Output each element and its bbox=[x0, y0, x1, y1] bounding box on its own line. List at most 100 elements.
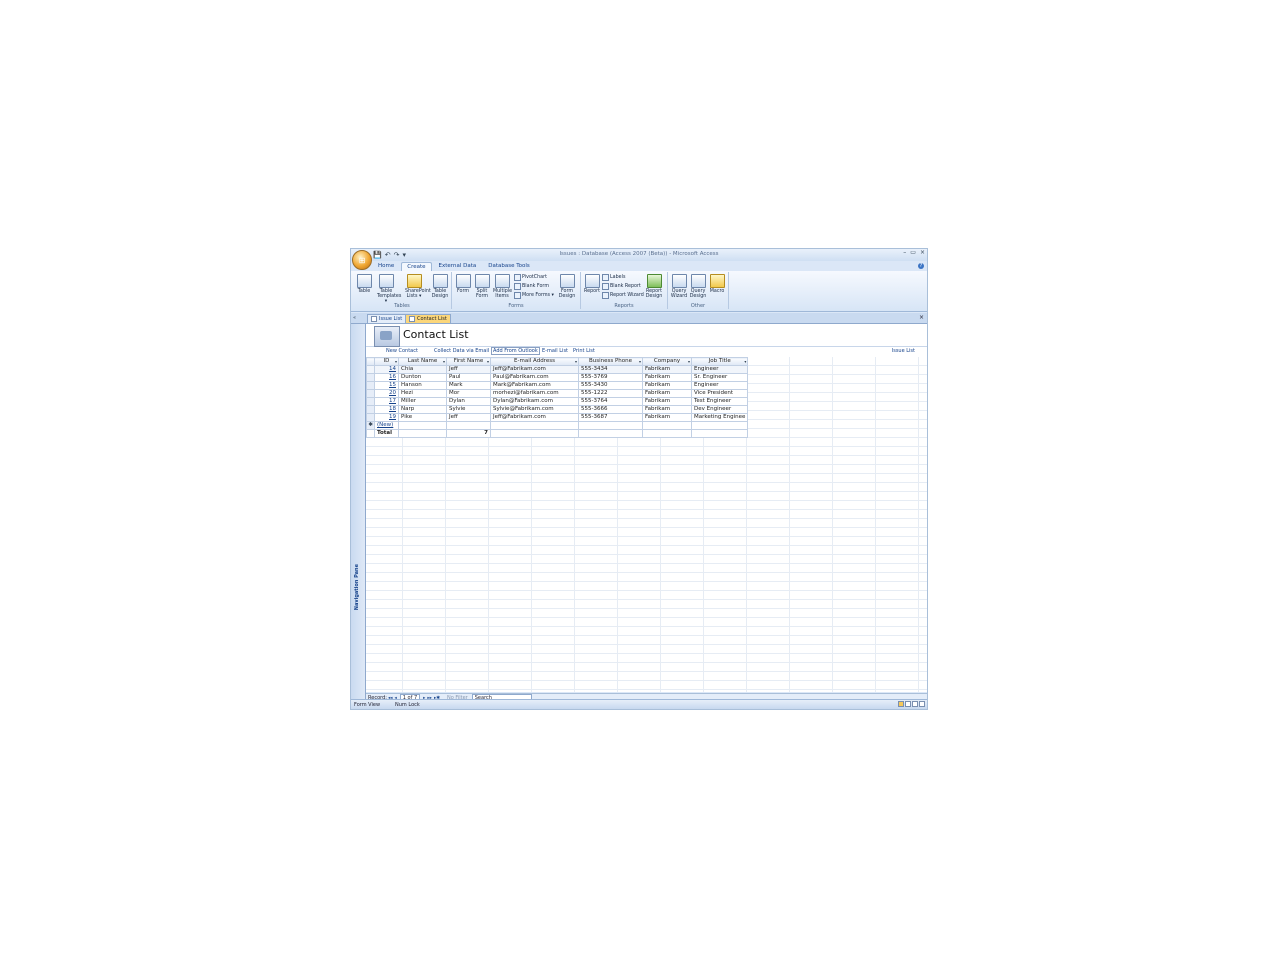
total-cell-last-name[interactable] bbox=[398, 429, 447, 438]
table-design-button[interactable]: Table Design bbox=[431, 274, 449, 299]
query-wizard-button[interactable]: Query Wizard bbox=[670, 274, 688, 299]
cell-email[interactable]: Paul@Fabrikam.com bbox=[490, 373, 579, 382]
cell-last-name[interactable]: Miller bbox=[398, 397, 447, 406]
cell-email[interactable]: Dylan@Fabrikam.com bbox=[490, 397, 579, 406]
chevron-down-icon[interactable]: ▾ bbox=[575, 359, 577, 365]
cell-company[interactable]: Fabrikam bbox=[642, 365, 692, 374]
cell-last-name[interactable]: Dunton bbox=[398, 373, 447, 382]
cell-email[interactable]: Jeff@Fabrikam.com bbox=[490, 413, 579, 422]
table-row[interactable]: 20 Hezi Mor morhezi@fabrikam.com 555-122… bbox=[366, 389, 749, 398]
more-forms-button[interactable]: More Forms ▾ bbox=[514, 292, 554, 299]
cell-first-name[interactable]: Sylvie bbox=[446, 405, 491, 414]
cell-company[interactable]: Fabrikam bbox=[642, 389, 692, 398]
cell-company[interactable]: Fabrikam bbox=[642, 397, 692, 406]
cell-last-name[interactable]: Chia bbox=[398, 365, 447, 374]
help-icon[interactable]: ? bbox=[918, 263, 924, 269]
row-selector[interactable] bbox=[366, 381, 375, 390]
cell-first-name[interactable]: Mark bbox=[446, 381, 491, 390]
cell-empty[interactable] bbox=[642, 421, 692, 430]
new-contact-link[interactable]: New Contact bbox=[386, 348, 418, 354]
doc-tab-contact-list[interactable]: Contact List bbox=[405, 314, 451, 323]
cell-email[interactable]: Sylvie@Fabrikam.com bbox=[490, 405, 579, 414]
chevron-down-icon[interactable]: ▾ bbox=[487, 359, 489, 365]
chevron-down-icon[interactable]: ▾ bbox=[744, 359, 746, 365]
column-header-job-title[interactable]: Job Title ▾ bbox=[690, 357, 749, 366]
cell-empty[interactable] bbox=[490, 421, 579, 430]
cell-business-phone[interactable]: 555-3434 bbox=[578, 365, 643, 374]
tab-database-tools[interactable]: Database Tools bbox=[483, 262, 535, 271]
total-cell-email[interactable] bbox=[490, 429, 579, 438]
close-document-icon[interactable]: × bbox=[919, 314, 924, 321]
customize-qat-icon[interactable]: ▾ bbox=[402, 251, 406, 259]
shutter-bar-icon[interactable]: « bbox=[353, 315, 356, 321]
table-row[interactable]: 17 Miller Dylan Dylan@Fabrikam.com 555-3… bbox=[366, 397, 749, 406]
column-header-business-phone[interactable]: Business Phone ▾ bbox=[578, 357, 643, 366]
cell-company[interactable]: Fabrikam bbox=[642, 413, 692, 422]
column-header-id[interactable]: ID ▾ bbox=[374, 357, 399, 366]
cell-business-phone[interactable]: 555-3687 bbox=[578, 413, 643, 422]
redo-icon[interactable]: ↷ bbox=[394, 251, 400, 259]
tab-external-data[interactable]: External Data bbox=[434, 262, 482, 271]
datasheet-view-icon[interactable] bbox=[905, 701, 911, 707]
cell-job-title[interactable]: Engineer bbox=[690, 365, 749, 374]
cell-id[interactable]: 20 bbox=[374, 389, 399, 398]
row-selector[interactable] bbox=[366, 389, 375, 398]
cell-job-title[interactable]: Vice President bbox=[690, 389, 749, 398]
new-record-row[interactable]: ✱ (New) bbox=[366, 421, 749, 430]
cell-empty[interactable] bbox=[446, 421, 491, 430]
cell-empty[interactable] bbox=[578, 421, 643, 430]
email-list-link[interactable]: E-mail List bbox=[542, 348, 568, 354]
table-button[interactable]: Table bbox=[355, 274, 373, 294]
column-header-company[interactable]: Company ▾ bbox=[642, 357, 692, 366]
new-record-link[interactable]: (New) bbox=[374, 421, 399, 430]
cell-job-title[interactable]: Marketing Enginee bbox=[690, 413, 749, 422]
labels-button[interactable]: Labels bbox=[602, 274, 625, 281]
chevron-down-icon[interactable]: ▾ bbox=[443, 359, 445, 365]
cell-job-title[interactable]: Dev Engineer bbox=[690, 405, 749, 414]
table-row[interactable]: 19 Pike Jeff Jeff@Fabrikam.com 555-3687 … bbox=[366, 413, 749, 422]
chevron-down-icon[interactable]: ▾ bbox=[639, 359, 641, 365]
query-design-button[interactable]: Query Design bbox=[689, 274, 707, 299]
doc-tab-issue-list[interactable]: Issue List bbox=[367, 314, 407, 323]
cell-id[interactable]: 19 bbox=[374, 413, 399, 422]
cell-last-name[interactable]: Hezi bbox=[398, 389, 447, 398]
cell-company[interactable]: Fabrikam bbox=[642, 381, 692, 390]
cell-empty[interactable] bbox=[690, 421, 749, 430]
total-cell-first-name[interactable]: 7 bbox=[446, 429, 491, 438]
multiple-items-button[interactable]: Multiple Items bbox=[493, 274, 512, 299]
office-logo-icon[interactable]: ⊞ bbox=[352, 250, 372, 270]
cell-last-name[interactable]: Hanson bbox=[398, 381, 447, 390]
cell-job-title[interactable]: Test Engineer bbox=[690, 397, 749, 406]
maximize-button[interactable]: ▭ bbox=[910, 249, 916, 256]
cell-email[interactable]: Jeff@Fabrikam.com bbox=[490, 365, 579, 374]
cell-business-phone[interactable]: 555-3430 bbox=[578, 381, 643, 390]
split-form-button[interactable]: Split Form bbox=[473, 274, 491, 299]
cell-email[interactable]: morhezi@fabrikam.com bbox=[490, 389, 579, 398]
cell-company[interactable]: Fabrikam bbox=[642, 373, 692, 382]
total-cell-company[interactable] bbox=[642, 429, 692, 438]
cell-company[interactable]: Fabrikam bbox=[642, 405, 692, 414]
column-header-email[interactable]: E-mail Address ▾ bbox=[490, 357, 579, 366]
cell-id[interactable]: 15 bbox=[374, 381, 399, 390]
cell-first-name[interactable]: Jeff bbox=[446, 365, 491, 374]
blank-report-button[interactable]: Blank Report bbox=[602, 283, 641, 290]
close-window-button[interactable]: × bbox=[920, 249, 925, 256]
form-design-button[interactable]: Form Design bbox=[558, 274, 576, 299]
row-selector[interactable] bbox=[366, 397, 375, 406]
chevron-down-icon[interactable]: ▾ bbox=[395, 359, 397, 365]
design-view-icon[interactable] bbox=[919, 701, 925, 707]
collect-data-via-email-link[interactable]: Collect Data via Email bbox=[434, 348, 489, 354]
row-selector[interactable] bbox=[366, 373, 375, 382]
table-row[interactable]: 15 Hanson Mark Mark@Fabrikam.com 555-343… bbox=[366, 381, 749, 390]
row-selector[interactable] bbox=[366, 413, 375, 422]
cell-business-phone[interactable]: 555-3666 bbox=[578, 405, 643, 414]
pivotchart-button[interactable]: PivotChart bbox=[514, 274, 547, 281]
column-header-last-name[interactable]: Last Name ▾ bbox=[398, 357, 447, 366]
row-selector[interactable] bbox=[366, 365, 375, 374]
blank-form-button[interactable]: Blank Form bbox=[514, 283, 549, 290]
cell-first-name[interactable]: Jeff bbox=[446, 413, 491, 422]
report-design-button[interactable]: Report Design bbox=[645, 274, 663, 299]
tab-create[interactable]: Create bbox=[401, 262, 432, 271]
table-row[interactable]: 16 Dunton Paul Paul@Fabrikam.com 555-376… bbox=[366, 373, 749, 382]
cell-id[interactable]: 16 bbox=[374, 373, 399, 382]
